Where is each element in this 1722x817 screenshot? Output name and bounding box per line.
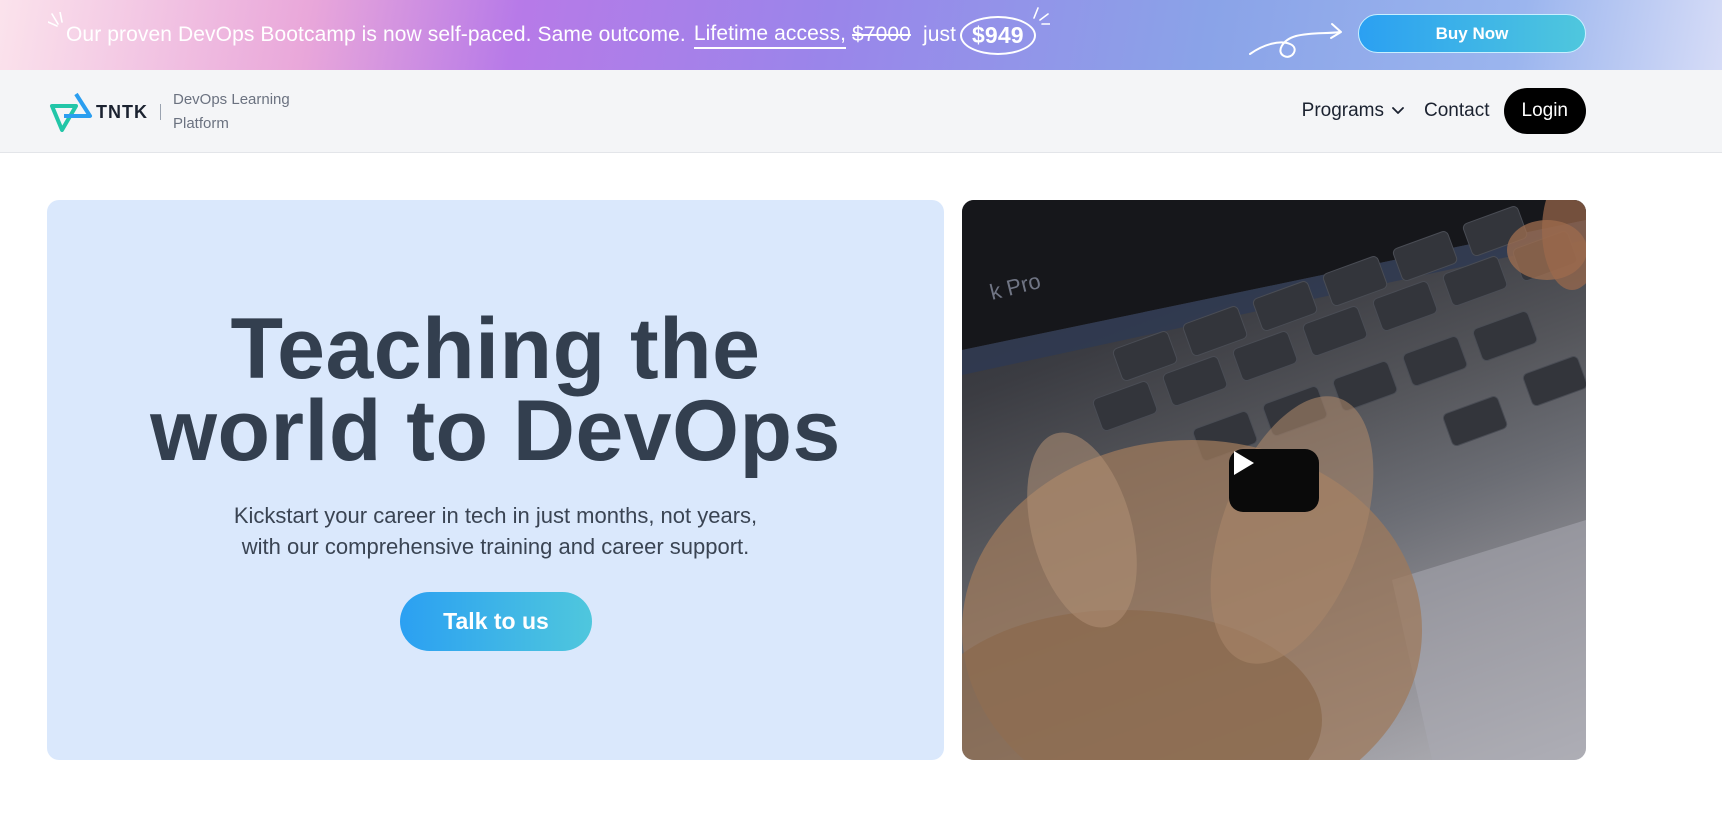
play-button[interactable] [1229, 449, 1319, 512]
tntk-logo-icon [50, 92, 92, 132]
logo-separator [160, 104, 161, 120]
logo[interactable]: TNTK DevOps Learning Platform [46, 88, 290, 136]
nav-programs-label: Programs [1301, 100, 1385, 121]
hero-subtitle: Kickstart your career in tech in just mo… [47, 500, 944, 562]
promo-main-text: Our proven DevOps Bootcamp is now self-p… [66, 23, 686, 46]
nav-programs[interactable]: Programs [1302, 100, 1404, 122]
talk-to-us-button[interactable]: Talk to us [400, 592, 592, 651]
promo-text: Our proven DevOps Bootcamp is now self-p… [66, 0, 1036, 70]
old-price: $7000 [852, 23, 911, 46]
promo-banner: Our proven DevOps Bootcamp is now self-p… [0, 0, 1722, 70]
lifetime-access-link[interactable]: Lifetime access, [693, 22, 847, 49]
hero-subtitle-line1: Kickstart your career in tech in just mo… [233, 503, 758, 528]
login-button[interactable]: Login [1503, 88, 1586, 134]
logo-tagline: DevOps Learning Platform [173, 88, 290, 136]
promo-connector: just [922, 23, 957, 46]
hero-title-line2: world to DevOps [150, 383, 841, 479]
hero-video[interactable]: k Pro [962, 200, 1586, 760]
hero-title-line1: Teaching the [230, 301, 761, 397]
hero-card: Teaching the world to DevOps Kickstart y… [47, 200, 944, 760]
nav-contact[interactable]: Contact [1424, 100, 1489, 122]
chevron-down-icon [1392, 107, 1404, 114]
hero-subtitle-line2: with our comprehensive training and care… [241, 534, 750, 559]
buy-now-button[interactable]: Buy Now [1358, 14, 1586, 53]
hero-title: Teaching the world to DevOps [47, 301, 944, 479]
main-nav: Programs Contact Login [1302, 88, 1586, 134]
curly-arrow-icon [1249, 23, 1342, 58]
site-header: TNTK DevOps Learning Platform Programs C… [0, 70, 1722, 153]
play-icon [1234, 451, 1254, 475]
logo-tagline-line2: Platform [173, 115, 229, 132]
sparkle-icon [1033, 7, 1050, 25]
logo-name: TNTK [96, 101, 148, 122]
new-price: $949 [960, 15, 1036, 55]
logo-tagline-line1: DevOps Learning [173, 91, 290, 108]
